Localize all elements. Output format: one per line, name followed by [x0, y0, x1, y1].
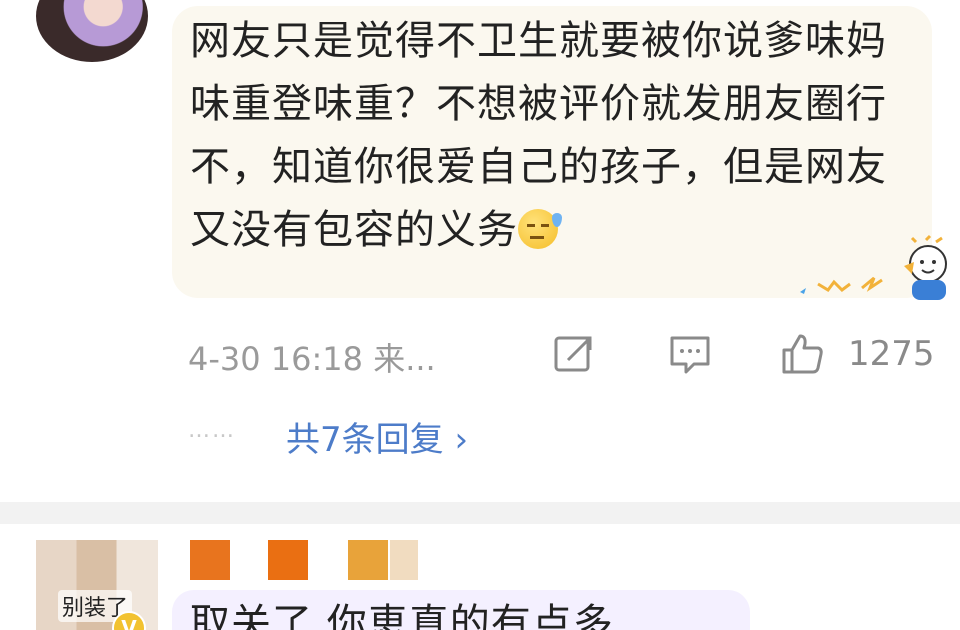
mask-block: [268, 540, 308, 580]
sweat-smile-emoji-icon: [518, 209, 562, 249]
share-icon[interactable]: [550, 330, 598, 378]
mask-block: [348, 540, 388, 580]
comment-icon[interactable]: [666, 330, 714, 378]
like-count: 1275: [848, 334, 935, 374]
mask-block: [190, 540, 230, 580]
comment-timestamp: 4-30 16:18 来...: [188, 340, 436, 378]
replies-dots: ……: [188, 418, 236, 443]
commenter-avatar[interactable]: [36, 0, 148, 62]
thumbs-up-icon[interactable]: [778, 330, 826, 378]
section-divider: [0, 502, 960, 524]
cheering-sticker-icon: [800, 234, 947, 300]
mask-block: [390, 540, 418, 580]
comment-content: 网友只是觉得不卫生就要被你说爹味妈味重登味重？不想被评价就发朋友圈行不，知道你很…: [190, 10, 890, 262]
comment-meta-row: 4-30 16:18 来... 1275: [188, 330, 948, 380]
next-comment-text: 取关了 你恵真的有点多: [190, 601, 614, 630]
comment-thread: 网友只是觉得不卫生就要被你说爹味妈味重登味重？不想被评价就发朋友圈行不，知道你很…: [0, 0, 960, 630]
view-replies-link[interactable]: 共7条回复 ›: [286, 412, 468, 461]
